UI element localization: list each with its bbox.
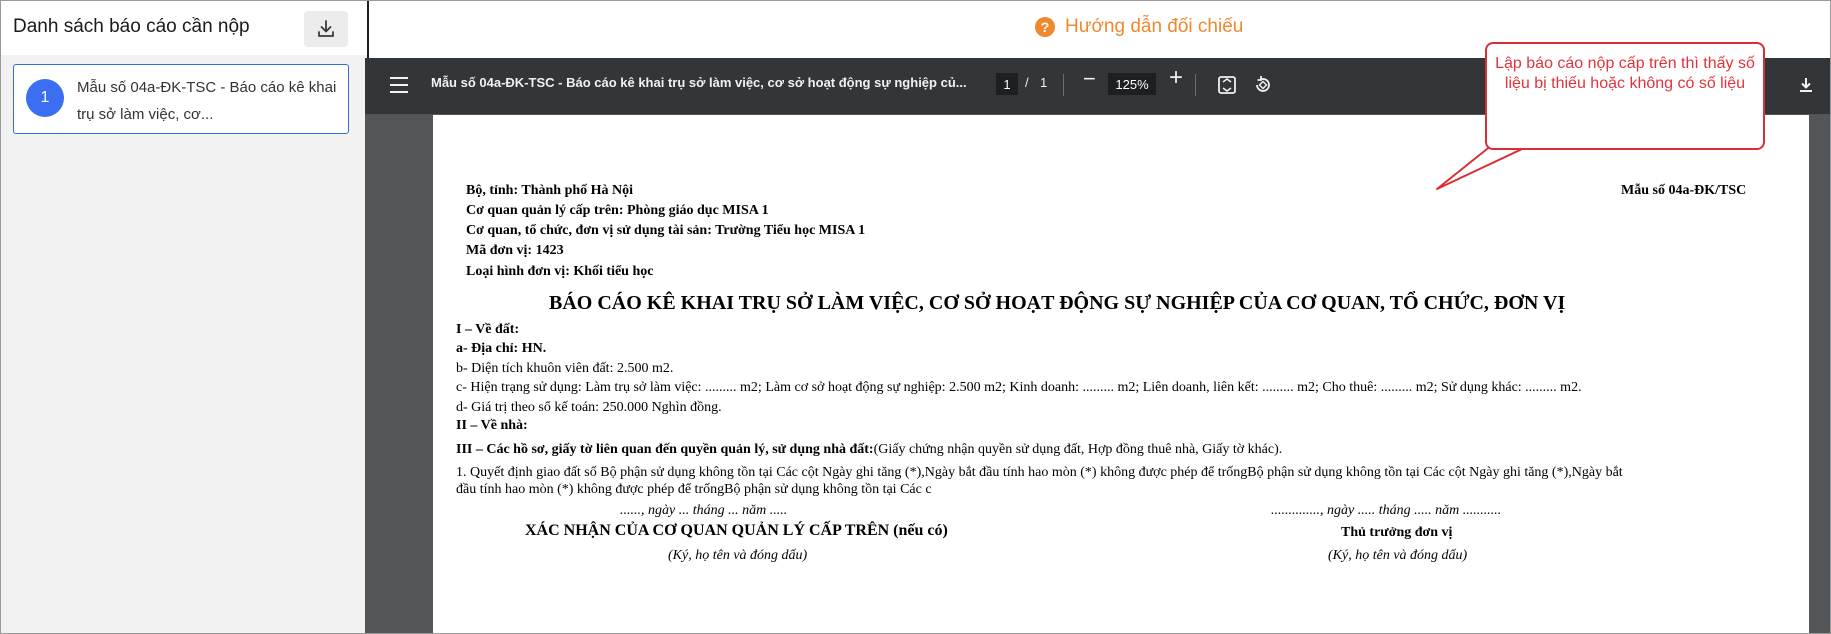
doc-unit: Cơ quan, tổ chức, đơn vị sử dụng tài sản… (466, 223, 866, 238)
app-window: Danh sách báo cáo cần nộp 1 Mẫu số 04a-Đ… (0, 0, 1831, 634)
doc-address: a- Địa chỉ: HN. (456, 341, 547, 356)
doc-unit-type: Loại hình đơn vị: Khối tiểu học (466, 264, 654, 279)
doc-head-title: Thủ trưởng đơn vị (1341, 525, 1453, 540)
annotation-callout: Lập báo cáo nộp cấp trên thì thấy số liệ… (1485, 42, 1765, 150)
report-index-badge: 1 (26, 79, 64, 117)
page-number-input[interactable]: 1 (996, 73, 1018, 95)
doc-form-code: Mẫu số 04a-ĐK/TSC (1621, 183, 1747, 198)
doc-area: b- Diện tích khuôn viên đất: 2.500 m2. (456, 361, 674, 376)
report-list-panel: Danh sách báo cáo cần nộp 1 Mẫu số 04a-Đ… (1, 1, 369, 633)
doc-section-records-title: III – Các hồ sơ, giấy tờ liên quan đến q… (456, 442, 874, 457)
doc-section-records-note: (Giấy chứng nhận quyền sử dụng đất, Hợp … (873, 442, 1283, 457)
total-pages: 1 (1040, 75, 1048, 90)
report-list-item[interactable]: 1 Mẫu số 04a-ĐK-TSC - Báo cáo kê khai tr… (13, 64, 349, 134)
callout-text: Lập báo cáo nộp cấp trên thì thấy số liệ… (1495, 55, 1755, 92)
doc-decision-line-1: 1. Quyết định giao đất số Bộ phận sử dụn… (456, 465, 1623, 480)
doc-usage: c- Hiện trạng sử dụng: Làm trụ sở làm vi… (456, 380, 1582, 395)
help-circle-icon: ? (1035, 17, 1055, 37)
toolbar-divider (1063, 74, 1064, 96)
page-separator: / (1025, 75, 1029, 90)
doc-decision-line-2: đầu tính hao mòn (*) không được phép để … (456, 482, 932, 497)
zoom-out-button[interactable]: − (1083, 66, 1096, 92)
comparison-guide-label: Hướng dẫn đối chiếu (1065, 16, 1244, 37)
report-list-header: Danh sách báo cáo cần nộp (1, 1, 367, 55)
doc-section-records: III – Các hồ sơ, giấy tờ liên quan đến q… (456, 442, 1282, 458)
doc-confirm-title: XÁC NHẬN CỦA CƠ QUAN QUẢN LÝ CẤP TRÊN (n… (525, 522, 948, 539)
pdf-document-title: Mẫu số 04a-ĐK-TSC - Báo cáo kê khai trụ … (431, 75, 967, 90)
doc-sign-right: (Ký, họ tên và đóng dấu) (1328, 548, 1468, 563)
doc-unit-code: Mã đơn vị: 1423 (466, 243, 564, 258)
pdf-page: Bộ, tỉnh: Thành phố Hà Nội Cơ quan quản … (433, 115, 1809, 633)
menu-icon[interactable] (390, 77, 408, 93)
report-list-title: Danh sách báo cáo cần nộp (13, 16, 250, 37)
zoom-level-input[interactable]: 125% (1108, 73, 1156, 95)
comparison-guide-link[interactable]: ? Hướng dẫn đối chiếu (1035, 16, 1243, 38)
download-icon (318, 20, 334, 37)
download-all-button[interactable] (304, 11, 348, 47)
doc-date-left: ......, ngày ... tháng ... năm ..... (620, 503, 788, 518)
doc-date-right: .............., ngày ..... tháng ..... n… (1271, 503, 1502, 518)
download-icon[interactable] (1795, 74, 1817, 96)
callout-tail-join (1495, 141, 1551, 147)
toolbar-divider (1195, 74, 1196, 96)
doc-section-land: I – Về đất: (456, 322, 520, 337)
doc-section-house: II – Về nhà: (456, 418, 528, 433)
doc-ministry: Bộ, tỉnh: Thành phố Hà Nội (466, 183, 634, 198)
report-item-label: Mẫu số 04a-ĐK-TSC - Báo cáo kê khai trụ … (77, 79, 337, 123)
rotate-icon[interactable] (1252, 74, 1274, 96)
fit-page-icon[interactable] (1216, 74, 1238, 96)
doc-book-value: d- Giá trị theo sổ kế toán: 250.000 Nghì… (456, 400, 722, 415)
doc-title: BÁO CÁO KÊ KHAI TRỤ SỞ LÀM VIỆC, CƠ SỞ H… (549, 292, 1566, 314)
zoom-in-button[interactable]: + (1169, 64, 1183, 92)
doc-sign-left: (Ký, họ tên và đóng dấu) (668, 548, 808, 563)
doc-managing-agency: Cơ quan quản lý cấp trên: Phòng giáo dục… (466, 203, 769, 218)
